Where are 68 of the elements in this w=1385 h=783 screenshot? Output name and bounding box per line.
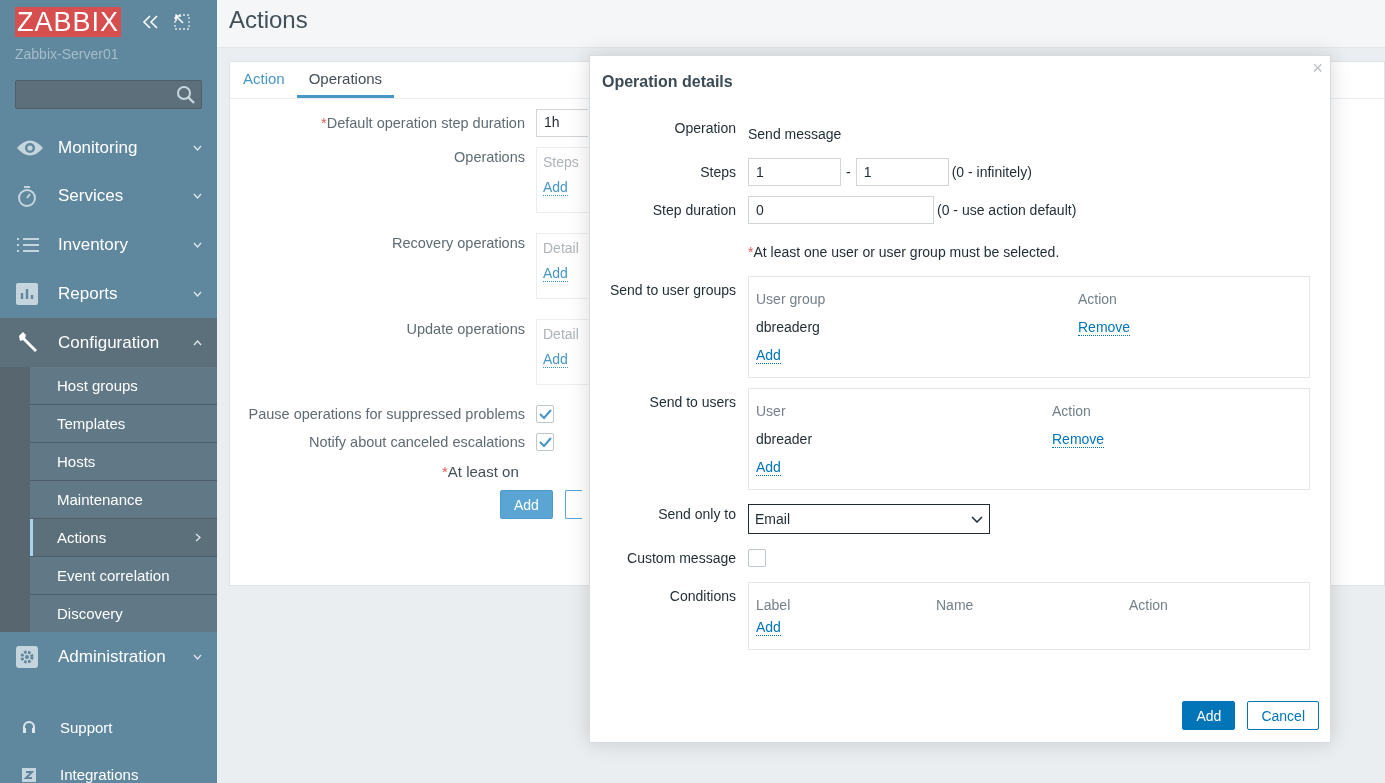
column-header: Detail [543,240,580,256]
column-header: Action [1129,597,1169,613]
add-link[interactable]: Add [756,619,781,636]
column-header: User [756,403,787,419]
menu-item[interactable]: Monitoring [0,123,217,173]
submenu-item[interactable]: Discovery [30,594,217,633]
tab[interactable]: Action [231,62,297,98]
tab[interactable]: Operations [296,62,395,98]
column-header: Name [936,597,975,613]
field-label: Recovery operations [391,234,525,251]
column-header: User group [756,291,827,307]
add-link[interactable]: Add [756,347,781,364]
sidebar-link[interactable]: Support [0,719,217,736]
column-header: Action [1078,291,1118,307]
menu-item[interactable]: Reports [0,269,217,319]
add-button[interactable]: Add [1182,701,1236,730]
remove-link[interactable]: Remove [1078,319,1131,336]
column-header: Steps [543,154,580,170]
table-cell-text: dbreader [756,431,814,447]
column-header: Action [1052,403,1092,419]
add-button[interactable]: Add [500,490,553,519]
field-label: Step duration [651,201,736,218]
field-label: Send to user groups [608,281,736,298]
menu-item[interactable]: Inventory [0,220,217,270]
add-link[interactable]: Add [543,179,568,196]
field-hint: (0 - use action default) [937,202,1077,218]
submenu-item[interactable]: Event correlation [30,556,217,595]
page-title: Actions [217,0,1385,48]
column-header: Label [756,597,792,613]
field-label: Send to users [648,393,736,410]
dialog-title: Operation details [602,73,733,92]
field-hint: (0 - infinitely) [951,164,1032,180]
submenu-item[interactable]: Actions [30,518,217,557]
field-label: Operations [453,148,525,165]
field-label: *Default operation step duration [320,115,525,131]
field-label: Update operations [405,320,525,337]
submenu-item[interactable]: Hosts [30,442,217,481]
remove-link[interactable]: Remove [1052,431,1105,448]
field-label: Notify about canceled escalations [307,434,525,450]
required-note: *At least one user or user group must be selected. [748,243,1061,262]
cancel-button[interactable]: Cancel [1247,701,1319,730]
field-label: Pause operations for suppressed problems [247,406,525,422]
column-header: Detail [543,326,580,342]
field-label: Steps [699,163,736,180]
add-link[interactable]: Add [543,265,568,282]
step-from-input[interactable]: 1 [748,158,841,186]
menu-item[interactable]: Services [0,172,217,221]
submenu-item[interactable]: Maintenance [30,480,217,519]
field-label: Custom message [626,549,736,566]
zabbix-logo[interactable]: ZABBIX [15,7,122,37]
submenu-item[interactable]: Host groups [30,367,217,405]
menu-item[interactable]: Configuration [0,318,217,368]
server-name: Zabbix-Server01 [14,45,120,62]
add-link[interactable]: Add [756,459,781,476]
range-separator: - [846,164,851,180]
media-type-select[interactable]: Email [748,504,990,534]
submenu-item[interactable]: Templates [30,404,217,443]
field-label: Send only to [657,505,736,522]
step-to-input[interactable]: 1 [855,158,949,186]
required-note: *At least on [442,463,519,480]
menu-item[interactable]: Administration [0,632,217,681]
step-duration-input[interactable]: 0 [748,196,934,224]
sidebar-link[interactable]: Integrations [0,766,217,783]
add-link[interactable]: Add [543,351,568,368]
table-cell-text: dbreaderg [756,319,821,335]
field-label: Conditions [668,587,736,604]
field-label: Operation [673,120,736,136]
operation-value: Send message [748,125,843,144]
